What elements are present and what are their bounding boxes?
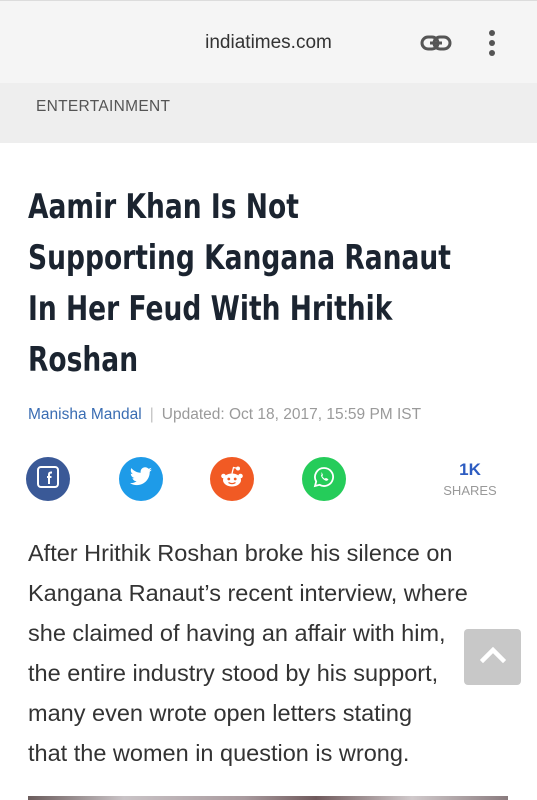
share-count-value: 1K [459,460,481,479]
whatsapp-share-button[interactable] [302,457,346,501]
browser-toolbar: indiatimes.com [0,0,537,83]
article-image [28,796,508,800]
twitter-share-button[interactable] [119,457,163,501]
share-count: 1K SHARES [440,460,500,498]
category-label[interactable]: ENTERTAINMENT [36,98,170,116]
title-line: In Her Feud With Hrithik [28,289,393,329]
body-line: After Hrithik Roshan broke his silence o… [28,540,453,566]
back-to-top-button[interactable] [464,629,521,685]
article-body: After Hrithik Roshan broke his silence o… [28,533,518,773]
reddit-icon [219,465,245,494]
title-line: Roshan [28,340,139,380]
author-link[interactable]: Manisha Mandal [28,406,142,423]
whatsapp-icon [313,466,335,493]
body-line: many even wrote open letters stating [28,700,413,726]
twitter-icon [129,466,153,492]
chevron-up-icon [479,646,506,668]
category-bar: ENTERTAINMENT [0,83,537,143]
article-meta: Manisha Mandal | Updated: Oct 18, 2017, 15… [28,406,421,424]
url-domain[interactable]: indiatimes.com [0,32,537,54]
body-line: that the women in question is wrong. [28,740,410,766]
link-icon[interactable] [418,27,454,59]
facebook-share-button[interactable] [26,457,70,501]
title-line: Aamir Khan Is Not [28,187,299,227]
article-title: Aamir Khan Is Not Supporting Kangana Ran… [28,182,451,386]
facebook-icon [37,465,59,493]
title-line: Supporting Kangana Ranaut [28,238,451,278]
reddit-share-button[interactable] [210,457,254,501]
meta-separator: | [149,406,154,423]
body-line: she claimed of having an affair with him… [28,620,446,646]
body-line: Kangana Ranaut’s recent interview, where [28,580,468,606]
share-count-label: SHARES [443,483,497,498]
updated-timestamp: Updated: Oct 18, 2017, 15:59 PM IST [161,406,422,423]
body-line: the entire industry stood by his support… [28,660,439,686]
more-vert-icon[interactable] [480,27,504,59]
